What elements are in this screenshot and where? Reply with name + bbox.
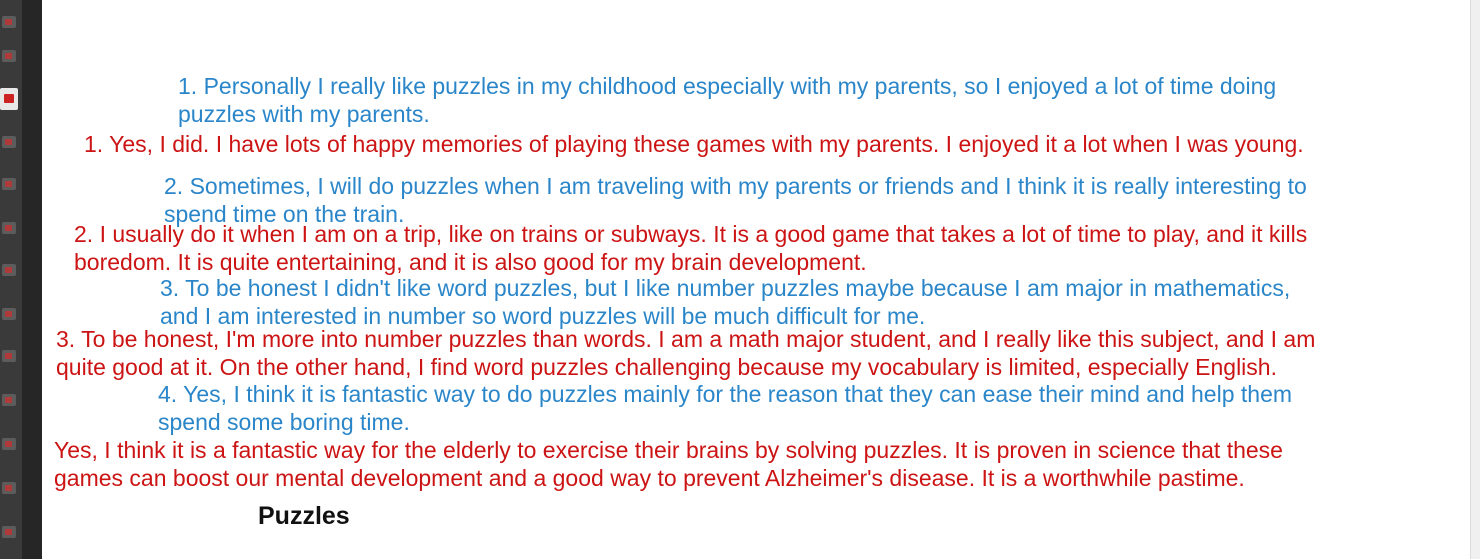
page-title: Puzzles — [258, 502, 350, 530]
document-page: 1. Personally I really like puzzles in m… — [42, 0, 1470, 559]
page-thumbnail[interactable] — [2, 482, 16, 494]
answer-red-2: 2. I usually do it when I am on a trip, … — [74, 221, 1308, 275]
answer-red-3: 3. To be honest, I'm more into number pu… — [56, 326, 1316, 380]
page-thumbnail[interactable] — [2, 526, 16, 538]
page-thumbnail[interactable] — [2, 438, 16, 450]
page-thumbnail[interactable] — [2, 50, 16, 62]
page-thumbnail[interactable] — [2, 16, 16, 28]
page-thumbnail[interactable] — [2, 394, 16, 406]
answer-red-1: 1. Yes, I did. I have lots of happy memo… — [84, 131, 1304, 157]
answer-red-4: Yes, I think it is a fantastic way for t… — [54, 437, 1283, 491]
page-thumbnail[interactable] — [2, 136, 16, 148]
page-thumbnail[interactable] — [2, 350, 16, 362]
page-thumbnail[interactable] — [2, 178, 16, 190]
viewer-gutter — [22, 0, 42, 559]
page-thumbnail[interactable] — [2, 308, 16, 320]
page-thumbnail[interactable] — [2, 222, 16, 234]
answer-blue-1: 1. Personally I really like puzzles in m… — [178, 73, 1277, 127]
page-thumbnail[interactable] — [2, 264, 16, 276]
page-thumbnail-active[interactable] — [0, 88, 18, 110]
answer-blue-3: 3. To be honest I didn't like word puzzl… — [160, 275, 1291, 329]
answer-blue-4: 4. Yes, I think it is fantastic way to d… — [158, 381, 1293, 435]
vertical-scrollbar[interactable] — [1470, 0, 1480, 559]
page-thumbnail-strip[interactable] — [0, 0, 22, 559]
pdf-viewer: 1. Personally I really like puzzles in m… — [0, 0, 1480, 559]
